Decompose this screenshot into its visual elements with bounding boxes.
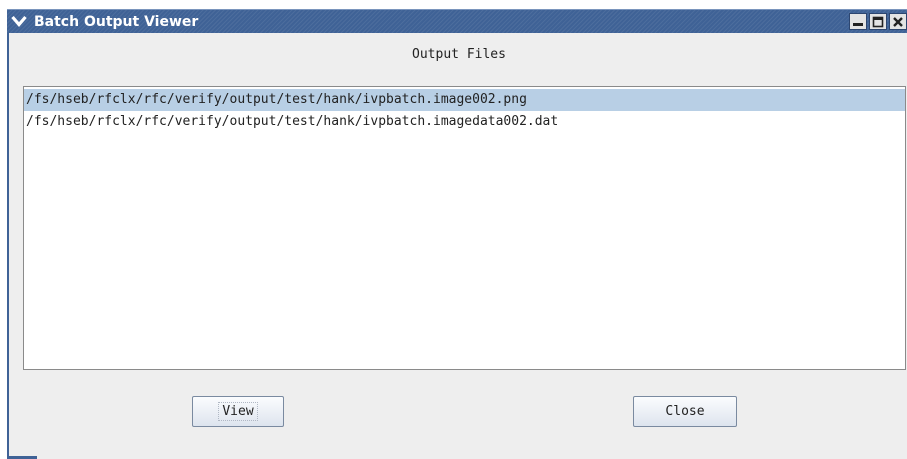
output-files-label: Output Files (412, 47, 506, 62)
close-window-button[interactable] (889, 13, 907, 30)
list-item[interactable]: /fs/hseb/rfclx/rfc/verify/output/test/ha… (24, 89, 905, 111)
maximize-icon (872, 16, 884, 27)
maximize-button[interactable] (869, 13, 887, 30)
close-icon (893, 16, 903, 27)
window-menu-button[interactable] (9, 11, 29, 31)
batch-output-viewer-window: Batch Output Viewer Output Files /fs/hse… (0, 0, 907, 459)
window-title: Batch Output Viewer (34, 14, 199, 30)
close-button[interactable]: Close (633, 396, 737, 427)
view-button[interactable]: View (192, 396, 284, 427)
dialog-body: Output Files /fs/hseb/rfclx/rfc/verify/o… (7, 33, 907, 459)
close-button-label: Close (665, 404, 705, 419)
title-bar[interactable]: Batch Output Viewer (7, 9, 907, 33)
minimize-icon (853, 22, 863, 26)
chevron-down-icon (11, 15, 27, 27)
view-button-label: View (218, 402, 258, 421)
output-files-list[interactable]: /fs/hseb/rfclx/rfc/verify/output/test/ha… (23, 86, 906, 370)
list-item[interactable]: /fs/hseb/rfclx/rfc/verify/output/test/ha… (24, 111, 905, 133)
minimize-button[interactable] (849, 13, 867, 30)
